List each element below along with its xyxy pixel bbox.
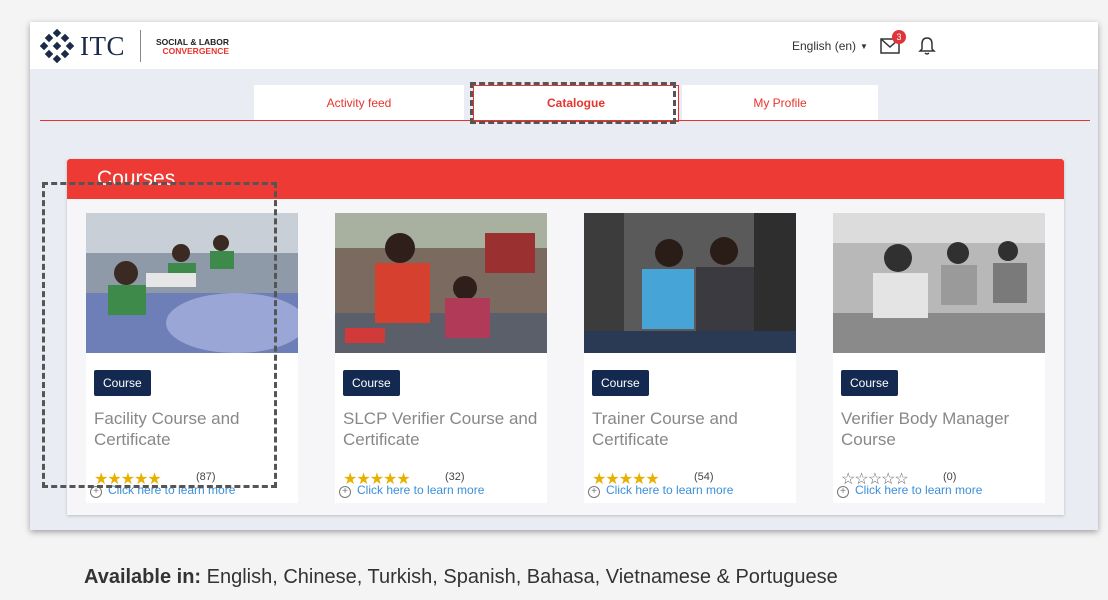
learn-more-link[interactable]: + Click here to learn more xyxy=(588,483,733,498)
learn-more-label: Click here to learn more xyxy=(606,483,734,497)
plus-circle-icon: + xyxy=(588,486,600,498)
logo-mark-icon xyxy=(40,29,74,63)
course-card[interactable]: Course Trainer Course and Certificate ★★… xyxy=(584,213,796,503)
tab-activity-feed[interactable]: Activity feed xyxy=(254,85,464,121)
highlight-box-course xyxy=(42,182,277,488)
course-title[interactable]: SLCP Verifier Course and Certificate xyxy=(343,408,543,450)
rating-count: (32) xyxy=(445,471,465,483)
highlight-box-catalogue xyxy=(470,82,676,124)
tab-my-profile[interactable]: My Profile xyxy=(682,85,878,121)
mail-count-badge: 3 xyxy=(892,30,906,44)
top-bar: ITC SOCIAL & LABOR CONVERGENCE English (… xyxy=(30,22,1098,69)
course-title[interactable]: Verifier Body Manager Course xyxy=(841,408,1041,450)
course-badge: Course xyxy=(592,370,649,396)
course-card[interactable]: Course SLCP Verifier Course and Certific… xyxy=(335,213,547,503)
course-badge: Course xyxy=(841,370,898,396)
learn-more-link[interactable]: + Click here to learn more xyxy=(837,483,982,498)
learn-more-label: Click here to learn more xyxy=(357,483,485,497)
language-label: English (en) xyxy=(792,39,857,53)
plus-circle-icon: + xyxy=(339,486,351,498)
availability-note: Available in: English, Chinese, Turkish,… xyxy=(84,566,838,589)
logo-text: ITC xyxy=(80,31,125,61)
course-title[interactable]: Trainer Course and Certificate xyxy=(592,408,792,450)
logo-divider xyxy=(140,30,141,62)
availability-languages: English, Chinese, Turkish, Spanish, Baha… xyxy=(206,566,838,588)
caret-down-icon: ▼ xyxy=(860,42,868,51)
course-image xyxy=(833,213,1045,353)
partner-logo: SOCIAL & LABOR CONVERGENCE xyxy=(156,38,229,56)
learn-more-label: Click here to learn more xyxy=(855,483,983,497)
availability-label: Available in: xyxy=(84,566,202,588)
learn-more-link[interactable]: + Click here to learn more xyxy=(339,483,484,498)
course-image xyxy=(335,213,547,353)
course-card[interactable]: Course Verifier Body Manager Course ☆☆☆☆… xyxy=(833,213,1045,503)
partner-line2: CONVERGENCE xyxy=(162,46,230,56)
course-image xyxy=(584,213,796,353)
bell-icon[interactable] xyxy=(918,36,936,56)
language-selector[interactable]: English (en) ▼ xyxy=(792,39,868,53)
course-badge: Course xyxy=(343,370,400,396)
rating-count: (0) xyxy=(943,471,957,483)
plus-circle-icon: + xyxy=(837,486,849,498)
rating-count: (54) xyxy=(694,471,714,483)
